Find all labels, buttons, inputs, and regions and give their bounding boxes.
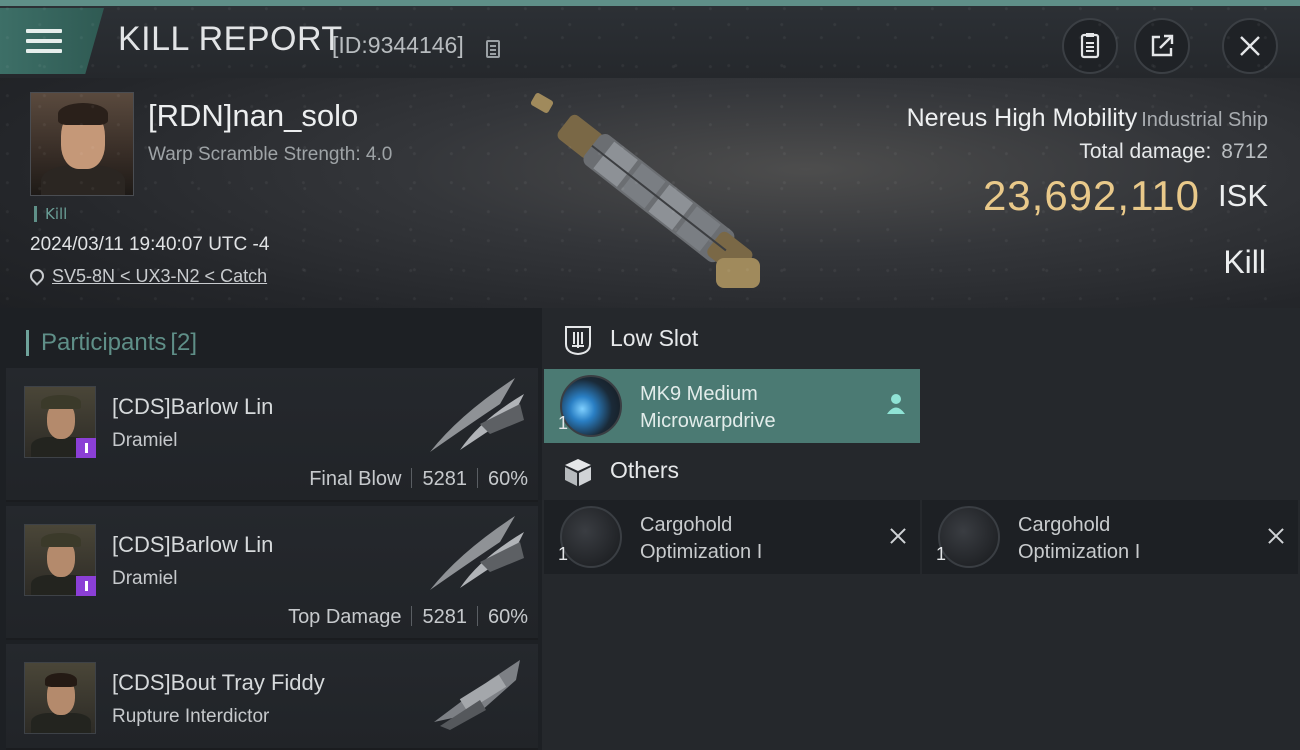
- participants-header: Participants [2]: [26, 330, 197, 356]
- participants-count: [2]: [170, 329, 198, 356]
- clipboard-icon: [1080, 33, 1100, 59]
- module-name-line1: Cargohold: [640, 514, 733, 536]
- participant-percent: 60%: [487, 468, 528, 490]
- dramiel-ship-icon: [430, 378, 524, 452]
- low-slot-icon: [565, 326, 591, 356]
- isk-unit: ISK: [1218, 178, 1268, 213]
- share-icon: [1151, 34, 1174, 57]
- location-pin-icon: [27, 266, 47, 286]
- fitting-panel: Low Slot 1 MK9 Medium Microwarpdrive Oth…: [542, 308, 1300, 750]
- victim-ship-image: [530, 93, 760, 288]
- participant-role: Final Blow: [309, 468, 402, 490]
- page-title: KILL REPORT: [118, 20, 343, 58]
- participant-role: Top Damage: [288, 606, 402, 628]
- ship-type-line: Nereus High Mobility Industrial Ship: [907, 104, 1268, 133]
- participant-card[interactable]: [CDS]Bout Tray Fiddy Rupture Interdictor: [6, 644, 538, 750]
- dramiel-ship-icon: [430, 516, 524, 590]
- module-quantity: 1: [936, 544, 947, 564]
- module-item[interactable]: 1 MK9 Medium Microwarpdrive: [544, 369, 920, 443]
- module-name: MK9 Medium Microwarpdrive: [640, 381, 870, 435]
- module-name-line2: Microwarpdrive: [640, 410, 776, 432]
- result-label: Kill: [1223, 244, 1266, 280]
- close-icon: [1240, 36, 1260, 56]
- info-badge-icon: [76, 576, 96, 596]
- participant-percent: 60%: [487, 606, 528, 628]
- cargohold-optimization-icon: [938, 506, 1000, 568]
- total-damage-value: 8712: [1221, 140, 1268, 163]
- participant-stats: Final Blow 5281 60%: [309, 468, 528, 491]
- ship-name[interactable]: Nereus High Mobility: [907, 104, 1138, 132]
- others-header: Others: [562, 456, 679, 488]
- cargohold-optimization-icon: [560, 506, 622, 568]
- participant-avatar: [24, 662, 96, 734]
- kill-location[interactable]: SV5-8N < UX3-N2 < Catch: [27, 266, 267, 287]
- menu-button[interactable]: [0, 8, 104, 74]
- participant-ship: Dramiel: [112, 430, 178, 451]
- info-badge-icon: [76, 438, 96, 458]
- destroyed-x-icon: [1266, 526, 1286, 546]
- report-id: [ID:9344146]: [332, 32, 464, 58]
- participant-stats: Top Damage 5281 60%: [288, 606, 528, 629]
- kill-tag: Kill: [34, 206, 67, 222]
- others-title: Others: [610, 457, 680, 484]
- location-link[interactable]: SV5-8N < UX3-N2 < Catch: [52, 266, 267, 286]
- total-damage-label: Total damage:: [1079, 140, 1212, 163]
- participant-name: [CDS]Barlow Lin: [112, 532, 274, 557]
- isk-value-line: 23,692,110 ISK: [983, 172, 1268, 220]
- module-name: Cargohold Optimization I: [1018, 512, 1248, 566]
- module-name-line2: Optimization I: [1018, 541, 1141, 563]
- header-bar: KILL REPORT [ID:9344146]: [0, 6, 1300, 78]
- clipboard-button[interactable]: [1062, 18, 1118, 74]
- total-damage-line: Total damage: 8712: [1079, 140, 1268, 164]
- menu-icon: [26, 23, 62, 59]
- participants-title: Participants: [41, 329, 167, 356]
- participants-panel: Participants [2] [CDS]Barlow Lin Dramiel …: [0, 308, 542, 750]
- module-name-line1: MK9 Medium: [640, 383, 758, 405]
- isk-value: 23,692,110: [982, 172, 1201, 219]
- person-icon: [887, 394, 905, 414]
- share-button[interactable]: [1134, 18, 1190, 74]
- participant-damage: 5281: [422, 468, 467, 490]
- victim-name[interactable]: [RDN]nan_solo: [148, 98, 358, 134]
- participant-name: [CDS]Barlow Lin: [112, 394, 274, 419]
- ship-class: Industrial Ship: [1141, 109, 1268, 131]
- participant-ship: Dramiel: [112, 568, 178, 589]
- module-name-line2: Optimization I: [640, 541, 763, 563]
- low-slot-header: Low Slot: [562, 324, 698, 356]
- microwarpdrive-icon: [560, 375, 622, 437]
- rupture-ship-icon: [434, 660, 520, 730]
- module-quantity: 1: [558, 413, 569, 433]
- participant-name: [CDS]Bout Tray Fiddy: [112, 670, 325, 695]
- module-name: Cargohold Optimization I: [640, 512, 870, 566]
- module-name-line1: Cargohold: [1018, 514, 1111, 536]
- module-item[interactable]: 1 Cargohold Optimization I: [544, 500, 920, 574]
- module-item[interactable]: 1 Cargohold Optimization I: [922, 500, 1298, 574]
- warp-scramble-strength: Warp Scramble Strength: 4.0: [148, 144, 393, 165]
- low-slot-title: Low Slot: [610, 325, 699, 352]
- kill-datetime: 2024/03/11 19:40:07 UTC -4: [30, 234, 270, 255]
- victim-avatar[interactable]: [30, 92, 134, 196]
- destroyed-x-icon: [888, 526, 908, 546]
- participant-card[interactable]: [CDS]Barlow Lin Dramiel Top Damage 5281 60…: [6, 506, 538, 640]
- kill-summary-panel: KILL REPORT [ID:9344146] [RDN]nan_solo W…: [0, 0, 1300, 308]
- copy-icon[interactable]: [486, 40, 500, 58]
- box-icon: [565, 459, 591, 486]
- module-quantity: 1: [558, 544, 569, 564]
- participant-ship: Rupture Interdictor: [112, 706, 270, 727]
- close-button[interactable]: [1222, 18, 1278, 74]
- participant-card[interactable]: [CDS]Barlow Lin Dramiel Final Blow 5281 60…: [6, 368, 538, 502]
- participant-damage: 5281: [422, 606, 467, 628]
